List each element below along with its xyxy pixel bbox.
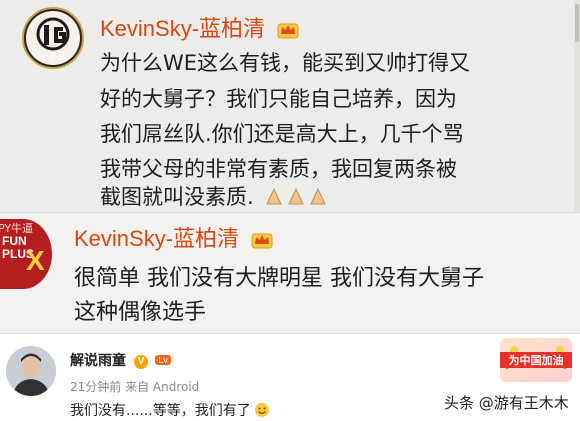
- post-line-1: 为什么WE这么有钱，能买到又帅打得又: [100, 51, 471, 75]
- weibo-post-1: iG必胜 KevinSky-蓝柏清 为什么WE这么有钱，能买到又帅打得又 好的大…: [0, 0, 580, 212]
- username-row: 解说雨童 V Lv: [70, 350, 171, 370]
- user-avatar-ig[interactable]: iG必胜: [22, 7, 84, 69]
- post-meta: 21分钟前 来自 Android: [70, 380, 200, 394]
- watermark: 头条 @游有王木木: [444, 394, 569, 412]
- crown-icon: [277, 23, 299, 39]
- username[interactable]: 解说雨童: [70, 353, 126, 369]
- promo-badge[interactable]: 为中国加油: [500, 338, 572, 382]
- post-text: 我们没有......等等，我们有了: [70, 400, 270, 420]
- promo-text: 为中国加油: [500, 352, 572, 368]
- level-badge: Lv: [155, 355, 171, 365]
- post-line-5-text: 截图就叫没素质.: [100, 185, 254, 209]
- avatar-logo: FUN PLUS X: [2, 235, 48, 285]
- post-line-2: 好的大舅子？我们只能自己培养，因为: [100, 87, 457, 111]
- post-text-content: 我们没有......等等，我们有了: [70, 403, 251, 419]
- verified-v-icon: V: [134, 355, 149, 369]
- username[interactable]: KevinSky-蓝柏清: [74, 221, 273, 253]
- weibo-post-2: PY牛逼 FUN PLUS X KevinSky-蓝柏清 很简单 我们没有大牌明…: [0, 212, 580, 333]
- avatar-caption: iG必胜: [39, 54, 67, 64]
- smile-emoji-icon: [255, 403, 270, 417]
- username[interactable]: KevinSky-蓝柏清: [100, 11, 299, 43]
- logo-text-x: X: [26, 245, 45, 276]
- username-label: KevinSky-蓝柏清: [74, 226, 240, 251]
- user-avatar-yutong[interactable]: [6, 346, 56, 396]
- post-line-4: 我带父母的非常有素质，我回复两条被: [100, 157, 457, 181]
- post-line-1: 很简单 我们没有大牌明星 我们没有大舅子: [74, 266, 484, 291]
- user-avatar-funplusx[interactable]: PY牛逼 FUN PLUS X: [0, 219, 52, 289]
- post-line-2: 这种偶像选手: [74, 300, 207, 325]
- post-line-3: 我们屌丝队.你们还是高大上，几千个骂: [100, 122, 464, 146]
- weibo-post-3: 解说雨童 V Lv 21分钟前 来自 Android 我们没有......等等，…: [0, 333, 580, 421]
- post-line-5: 截图就叫没素质.: [100, 181, 330, 211]
- username-label: KevinSky-蓝柏清: [100, 16, 266, 41]
- scrollbar-thumb[interactable]: [575, 4, 579, 42]
- crown-icon: [251, 233, 273, 249]
- person-photo-icon: [6, 346, 56, 396]
- praying-hands-icon: [264, 186, 330, 211]
